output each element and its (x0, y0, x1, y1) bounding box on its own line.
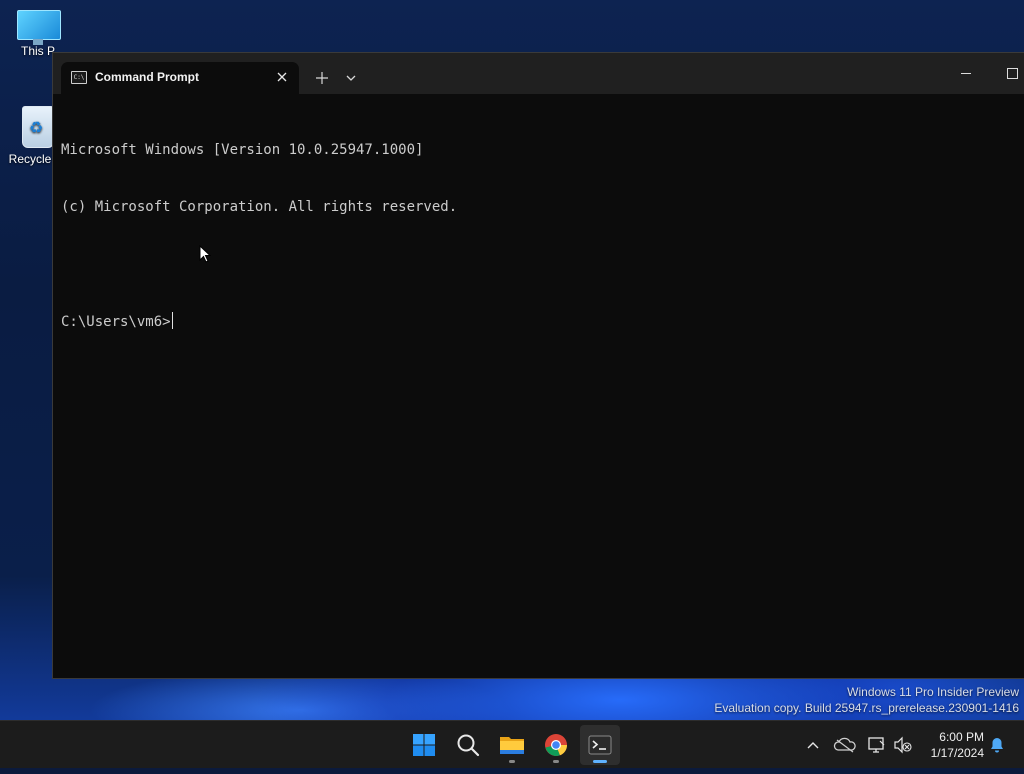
prompt-text: C:\Users\vm6> (61, 314, 171, 330)
desktop-icon-this-pc[interactable]: This P (8, 10, 68, 58)
active-indicator (593, 760, 607, 763)
console-line: (c) Microsoft Corporation. All rights re… (61, 199, 458, 215)
notification-center-button[interactable] (986, 721, 1008, 769)
network-status[interactable] (866, 721, 888, 769)
prompt-line[interactable]: C:\Users\vm6> (61, 312, 1024, 331)
search-icon (457, 734, 480, 757)
mouse-pointer-icon (199, 245, 211, 263)
chrome-button[interactable] (536, 725, 576, 765)
watermark-line-1: Windows 11 Pro Insider Preview (847, 685, 1019, 699)
desktop-icon-label: Recycle (8, 152, 52, 166)
watermark-line-2: Evaluation copy. Build 25947.rs_prerelea… (714, 701, 1019, 715)
volume-muted-icon (894, 736, 912, 754)
plus-icon (316, 72, 328, 84)
desktop-icon-recycle-bin[interactable]: ♻ Recycle (0, 106, 60, 166)
search-button[interactable] (448, 725, 488, 765)
windows-logo-icon (413, 734, 435, 756)
chevron-up-icon (807, 742, 819, 749)
file-explorer-button[interactable] (492, 725, 532, 765)
console-line: Microsoft Windows [Version 10.0.25947.10… (61, 142, 424, 158)
onedrive-status[interactable] (833, 721, 857, 769)
chevron-down-icon (346, 75, 356, 81)
clock-date: 1/17/2024 (930, 746, 984, 760)
evaluation-watermark: Windows 11 Pro Insider Preview Evaluatio… (714, 684, 1019, 716)
text-cursor (171, 312, 173, 329)
tab-title: Command Prompt (95, 70, 200, 84)
folder-icon (500, 737, 524, 754)
tab-command-prompt[interactable]: C:\ Command Prompt (61, 62, 299, 94)
bell-icon (991, 738, 1003, 753)
show-hidden-icons-button[interactable] (802, 721, 824, 769)
clock[interactable]: 6:00 PM 1/17/2024 (931, 729, 984, 761)
this-pc-icon (17, 10, 61, 45)
terminal-button[interactable] (580, 725, 620, 765)
volume-status[interactable] (892, 721, 914, 769)
taskbar: 6:00 PM 1/17/2024 (0, 720, 1024, 768)
tab-dropdown-button[interactable] (341, 68, 361, 88)
running-indicator (553, 760, 559, 763)
close-icon (277, 72, 287, 82)
close-tab-button[interactable] (273, 68, 291, 86)
network-icon (868, 737, 885, 753)
terminal-window[interactable]: C:\ Command Prompt Microsoft Windows [Ve… (52, 52, 1024, 679)
onedrive-icon (833, 737, 856, 753)
minimize-button[interactable] (949, 61, 983, 85)
new-tab-button[interactable] (311, 68, 333, 88)
terminal-icon (588, 735, 612, 755)
clock-time: 6:00 PM (939, 730, 984, 744)
chrome-icon (545, 734, 568, 756)
console-output[interactable]: Microsoft Windows [Version 10.0.25947.10… (61, 103, 1024, 678)
cmd-icon: C:\ (71, 71, 87, 84)
recycle-bin-icon: ♻ (22, 106, 54, 148)
running-indicator (509, 760, 515, 763)
maximize-button[interactable] (995, 61, 1024, 85)
title-bar[interactable]: C:\ Command Prompt (53, 53, 1024, 94)
start-button[interactable] (404, 725, 444, 765)
